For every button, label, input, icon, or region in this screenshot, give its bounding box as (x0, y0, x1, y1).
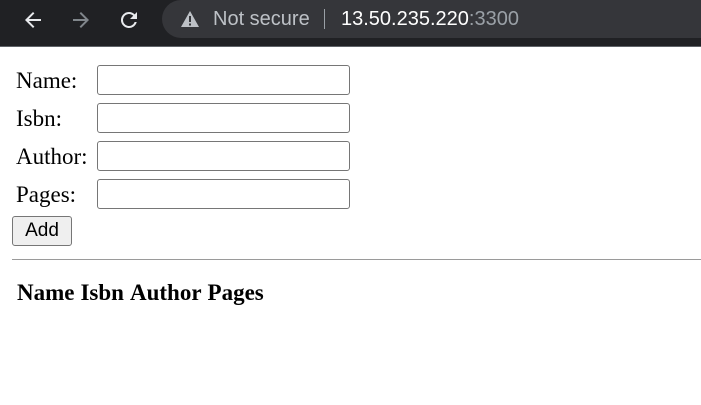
back-arrow-icon (25, 12, 41, 28)
header-name: Name (17, 280, 75, 305)
form-row-author: Author: (16, 141, 356, 173)
header-pages: Pages (207, 280, 264, 305)
warning-icon[interactable] (180, 10, 200, 28)
form-row-isbn: Isbn: (16, 103, 356, 135)
author-input[interactable] (97, 141, 350, 171)
header-isbn: Isbn (80, 280, 124, 305)
name-input[interactable] (97, 65, 350, 95)
browser-toolbar: Not secure 13.50.235.220:3300 (0, 0, 701, 47)
pages-label: Pages: (16, 182, 77, 207)
url-host: 13.50.235.220 (341, 8, 469, 30)
form-row-name: Name: (16, 65, 356, 97)
reload-button[interactable] (114, 8, 144, 32)
forward-arrow-icon (73, 12, 89, 28)
address-bar[interactable]: Not secure 13.50.235.220:3300 (162, 0, 701, 38)
header-author: Author (129, 280, 202, 305)
author-label: Author: (16, 144, 88, 169)
horizontal-divider (12, 259, 701, 260)
add-button[interactable]: Add (12, 216, 72, 246)
pages-input[interactable] (97, 179, 350, 209)
table-header-row: Name Isbn Author Pages (17, 280, 270, 306)
url-text[interactable]: 13.50.235.220:3300 (341, 8, 519, 30)
isbn-input[interactable] (97, 103, 350, 133)
isbn-label: Isbn: (16, 106, 62, 131)
reload-icon (120, 11, 137, 28)
omnibox-divider (324, 9, 325, 29)
name-label: Name: (16, 68, 78, 93)
security-status-text[interactable]: Not secure (213, 8, 310, 30)
forward-button[interactable] (66, 8, 96, 32)
back-button[interactable] (18, 8, 48, 32)
url-port: :3300 (468, 8, 519, 30)
form-row-pages: Pages: (16, 179, 356, 211)
